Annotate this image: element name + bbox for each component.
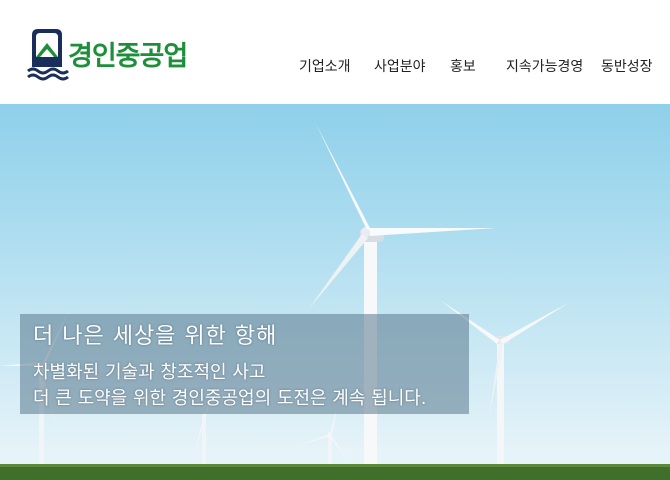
main-nav: 기업소개 사업분야 홍보 지속가능경영 동반성장 xyxy=(0,56,670,80)
hero-subtitle-line-2: 더 큰 도약을 위한 경인중공업의 도전은 계속 됩니다. xyxy=(33,388,427,409)
nav-item-company[interactable]: 기업소개 xyxy=(299,56,351,76)
nav-item-partnership[interactable]: 동반성장 xyxy=(601,56,653,76)
hero-banner: 더 나은 세상을 위한 항해 차별화된 기술과 창조적인 사고 더 큰 도약을 … xyxy=(0,104,670,480)
nav-item-pr[interactable]: 홍보 xyxy=(450,56,476,76)
hero-caption-box: 더 나은 세상을 위한 항해 차별화된 기술과 창조적인 사고 더 큰 도약을 … xyxy=(20,314,469,414)
turbine-main xyxy=(308,124,496,470)
nav-item-business[interactable]: 사업분야 xyxy=(374,56,426,76)
nav-item-sustainability[interactable]: 지속가능경영 xyxy=(506,56,583,76)
site-header: 경인중공업 기업소개 사업분야 홍보 지속가능경영 동반성장 xyxy=(0,0,670,104)
hero-title: 더 나은 세상을 위한 항해 xyxy=(33,324,278,349)
wind-turbine-photo xyxy=(0,124,670,480)
hero-subtitle-line-1: 차별화된 기술과 창조적인 사고 xyxy=(33,362,266,383)
